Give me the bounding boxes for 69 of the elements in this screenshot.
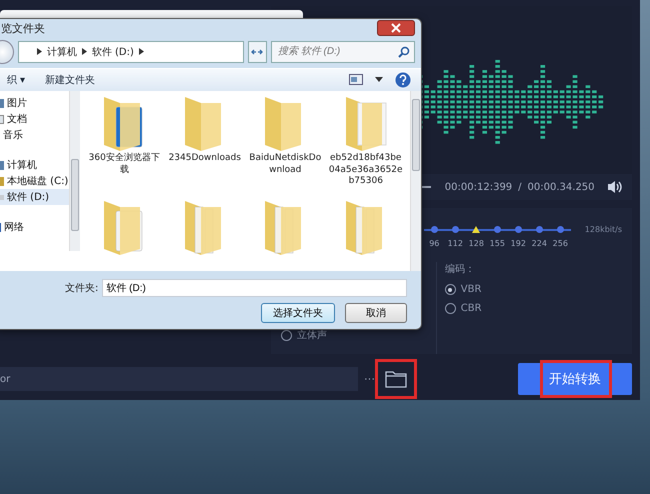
bitrate-stop[interactable] [430, 226, 438, 233]
close-button[interactable] [377, 20, 415, 36]
dialog-button[interactable]: 选择文件夹 [261, 303, 335, 323]
chevron-icon[interactable] [82, 48, 87, 56]
bitrate-label: 224 [532, 239, 547, 248]
address-bar[interactable]: 计算机 软件 (D:) [18, 40, 244, 63]
breadcrumb[interactable]: 计算机 [46, 44, 77, 59]
bitrate-label: 256 [552, 239, 568, 248]
caret-icon[interactable] [375, 77, 383, 82]
scrollbar[interactable] [410, 91, 421, 271]
folder-item[interactable]: 2345Downloads [164, 93, 245, 197]
radio-label: VBR [460, 284, 482, 295]
folder-name: 2345Downloads [168, 153, 242, 165]
nav-item[interactable]: 软件 (D:) [0, 189, 69, 205]
search-field[interactable]: 搜索 软件 (D:) [271, 40, 415, 63]
bitrate-label: 192 [510, 239, 526, 248]
radio-button[interactable] [444, 284, 456, 295]
bitrate-stop[interactable] [452, 226, 459, 233]
organize-menu[interactable]: 织 ▾ [3, 72, 29, 87]
close-icon [390, 23, 402, 34]
folder-field[interactable]: 软件 (D:) [102, 279, 407, 297]
new-folder-button[interactable]: 新建文件夹 [40, 72, 99, 87]
scrollbar[interactable] [69, 91, 80, 251]
radio-label: CBR [460, 303, 482, 314]
view-icon[interactable] [349, 74, 363, 86]
refresh-button[interactable] [248, 40, 267, 63]
folder-label: 文件夹: [65, 282, 98, 295]
radio-button[interactable] [444, 303, 456, 314]
total-time: 00:00.34.250 [528, 182, 595, 193]
bitrate-slider[interactable]: 96 112 128 155 192 224 256 [424, 226, 571, 248]
output-path-field[interactable]: or [0, 367, 358, 391]
folder-item[interactable]: 360安全浏览器下载 [84, 93, 164, 197]
volume-icon[interactable] [606, 180, 623, 194]
bitrate-stop[interactable] [536, 226, 543, 233]
dialog-title: 览文件夹 [1, 20, 45, 36]
current-time: 00:00:12:399 [444, 182, 512, 193]
chevron-icon[interactable] [36, 48, 42, 56]
nav-item[interactable]: 音乐 [0, 127, 69, 143]
nav-item[interactable]: 文档 [0, 111, 69, 127]
bitrate-stop[interactable] [514, 226, 522, 233]
folder-item[interactable]: eb52d18bf43be04a5e36a3652eb75306 [326, 93, 406, 197]
selected-bitrate-marker[interactable] [472, 226, 480, 233]
time-separator: / [518, 182, 522, 193]
search-icon [398, 46, 410, 58]
breadcrumb[interactable]: 软件 (D:) [92, 44, 134, 59]
dialog-button[interactable]: 取消 [345, 303, 407, 323]
refresh-icon [251, 46, 264, 57]
radio-label: 立体声 [296, 329, 327, 342]
bitrate-stop[interactable] [556, 226, 564, 233]
nav-item[interactable]: 网络 [0, 219, 69, 235]
bitrate-label: 112 [448, 239, 463, 248]
nav-item[interactable]: 本地磁盘 (C:) [0, 173, 69, 189]
encoding-label: 编码： [444, 262, 476, 276]
nav-item[interactable]: 计算机 [0, 157, 69, 173]
bitrate-label: 96 [429, 239, 440, 248]
bitrate-stop[interactable] [494, 226, 501, 233]
bitrate-label: 155 [490, 239, 505, 248]
bitrate-reading: 128kbit/s [584, 225, 622, 234]
folder-name: 360安全浏览器下载 [88, 153, 161, 176]
nav-item[interactable]: 图片 [0, 95, 69, 111]
help-icon[interactable] [395, 72, 411, 88]
bitrate-label: 128 [468, 239, 484, 248]
folder-name: eb52d18bf43be04a5e36a3652eb75306 [328, 153, 404, 188]
folder-name: BaiduNetdiskDownload [248, 153, 322, 176]
browse-button[interactable]: ··· [360, 373, 379, 385]
folder-icon [385, 370, 407, 388]
folder-item[interactable]: BaiduNetdiskDownload [245, 93, 326, 197]
chevron-icon[interactable] [138, 48, 144, 56]
start-convert-button[interactable]: 开始转换 [518, 363, 632, 395]
